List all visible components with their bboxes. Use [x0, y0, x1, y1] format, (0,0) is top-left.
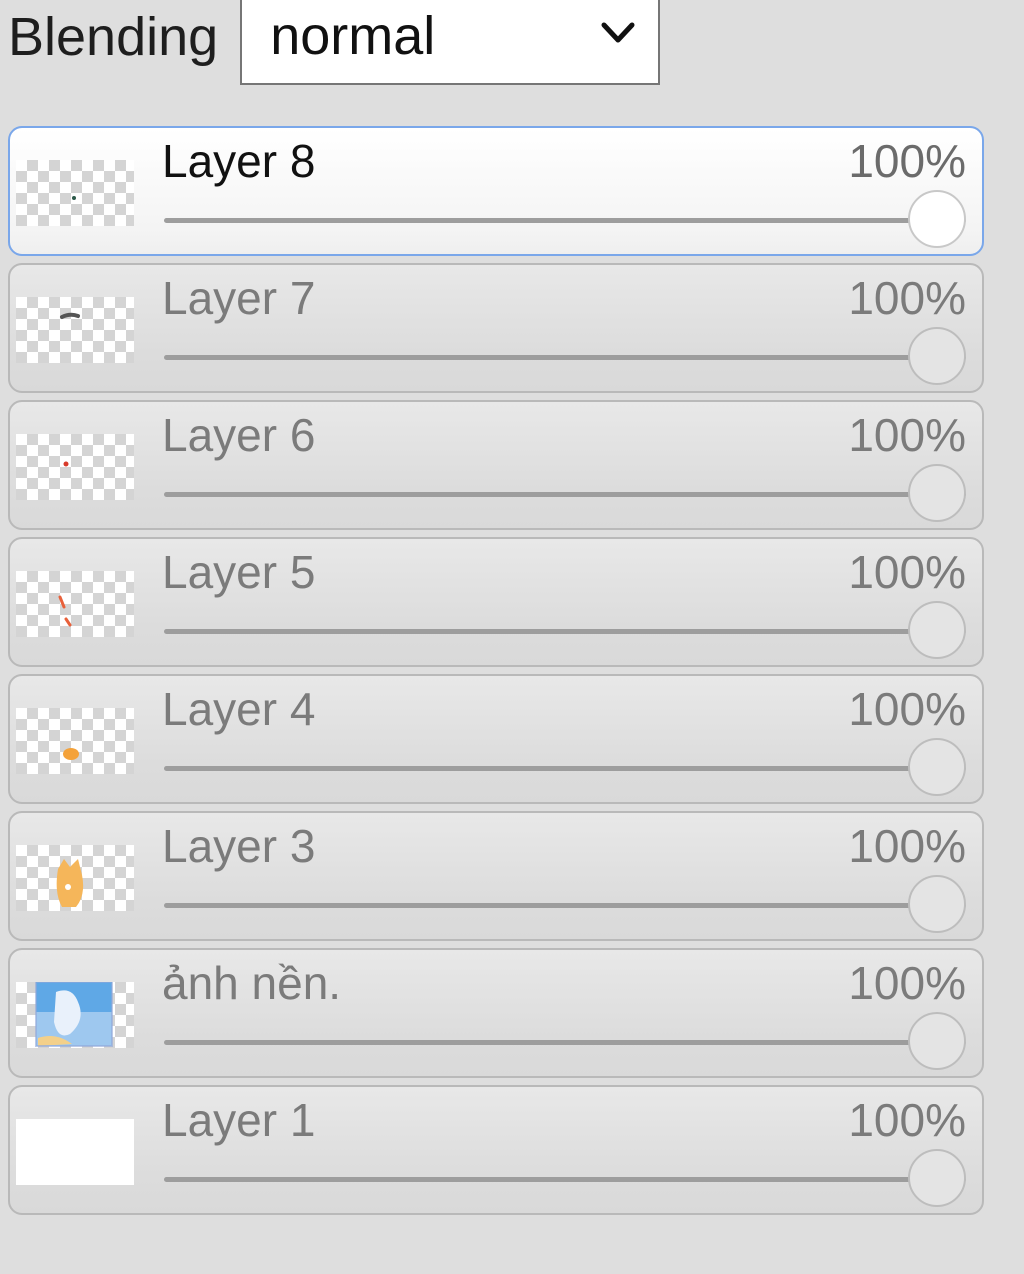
layer-thumbnail: [16, 1119, 134, 1185]
layer-row[interactable]: ảnh nền. 100%: [8, 948, 984, 1078]
slider-handle[interactable]: [908, 875, 966, 933]
slider-track: [164, 1177, 966, 1182]
layer-thumbnail: [16, 708, 134, 774]
thumbnail-art: [58, 595, 72, 627]
layer-row[interactable]: Layer 7 100%: [8, 263, 984, 393]
layer-thumbnail: [16, 434, 134, 500]
thumbnail-art: [60, 312, 80, 319]
layer-opacity-value: 100%: [848, 272, 966, 324]
layer-row[interactable]: Layer 6 100%: [8, 400, 984, 530]
slider-track: [164, 492, 966, 497]
layer-name[interactable]: ảnh nền.: [162, 956, 341, 1010]
thumbnail-art: [63, 748, 79, 760]
layer-opacity-value: 100%: [848, 409, 966, 461]
layer-name[interactable]: Layer 6: [162, 408, 315, 462]
chevron-down-icon: [601, 22, 635, 43]
layer-opacity-value: 100%: [848, 135, 966, 187]
opacity-slider[interactable]: [164, 601, 966, 659]
slider-handle[interactable]: [908, 1149, 966, 1207]
layer-row[interactable]: Layer 3 100%: [8, 811, 984, 941]
slider-track: [164, 629, 966, 634]
layer-row[interactable]: Layer 4 100%: [8, 674, 984, 804]
layer-list: Layer 8 100% Layer 7 100% Layer 6 100% L…: [8, 126, 984, 1222]
opacity-slider[interactable]: [164, 875, 966, 933]
opacity-slider[interactable]: [164, 738, 966, 796]
layer-opacity-value: 100%: [848, 683, 966, 735]
opacity-slider[interactable]: [164, 1012, 966, 1070]
slider-handle[interactable]: [908, 1012, 966, 1070]
thumbnail-art: [72, 196, 76, 200]
opacity-slider[interactable]: [164, 464, 966, 522]
slider-track: [164, 766, 966, 771]
layer-row[interactable]: Layer 1 100%: [8, 1085, 984, 1215]
slider-track: [164, 903, 966, 908]
opacity-slider[interactable]: [164, 1149, 966, 1207]
layer-thumbnail: [16, 571, 134, 637]
slider-track: [164, 218, 966, 223]
layer-thumbnail: [16, 845, 134, 911]
blending-select-value: normal: [270, 6, 436, 66]
slider-handle[interactable]: [908, 464, 966, 522]
blending-label: Blending: [8, 7, 219, 67]
layers-panel: Blending normal Layer 8 100% Layer 7 100…: [0, 0, 1024, 1274]
slider-track: [164, 1040, 966, 1045]
layer-opacity-value: 100%: [848, 546, 966, 598]
layer-name[interactable]: Layer 8: [162, 134, 315, 188]
layer-name[interactable]: Layer 7: [162, 271, 315, 325]
thumbnail-art: [35, 982, 113, 1047]
layer-thumbnail: [16, 982, 134, 1048]
opacity-slider[interactable]: [164, 327, 966, 385]
slider-handle[interactable]: [908, 190, 966, 248]
blending-select[interactable]: normal: [240, 0, 661, 85]
layer-opacity-value: 100%: [848, 957, 966, 1009]
layer-name[interactable]: Layer 4: [162, 682, 315, 736]
layer-thumbnail: [16, 160, 134, 226]
layer-name[interactable]: Layer 3: [162, 819, 315, 873]
slider-handle[interactable]: [908, 327, 966, 385]
layer-name[interactable]: Layer 5: [162, 545, 315, 599]
slider-track: [164, 355, 966, 360]
layer-opacity-value: 100%: [848, 1094, 966, 1146]
layer-row[interactable]: Layer 5 100%: [8, 537, 984, 667]
slider-handle[interactable]: [908, 601, 966, 659]
thumbnail-art: [56, 859, 84, 907]
layer-row[interactable]: Layer 8 100%: [8, 126, 984, 256]
slider-handle[interactable]: [908, 738, 966, 796]
thumbnail-art: [63, 461, 69, 467]
blending-row: Blending normal: [8, 0, 661, 86]
layer-opacity-value: 100%: [848, 820, 966, 872]
layer-name[interactable]: Layer 1: [162, 1093, 315, 1147]
opacity-slider[interactable]: [164, 190, 966, 248]
layer-thumbnail: [16, 297, 134, 363]
